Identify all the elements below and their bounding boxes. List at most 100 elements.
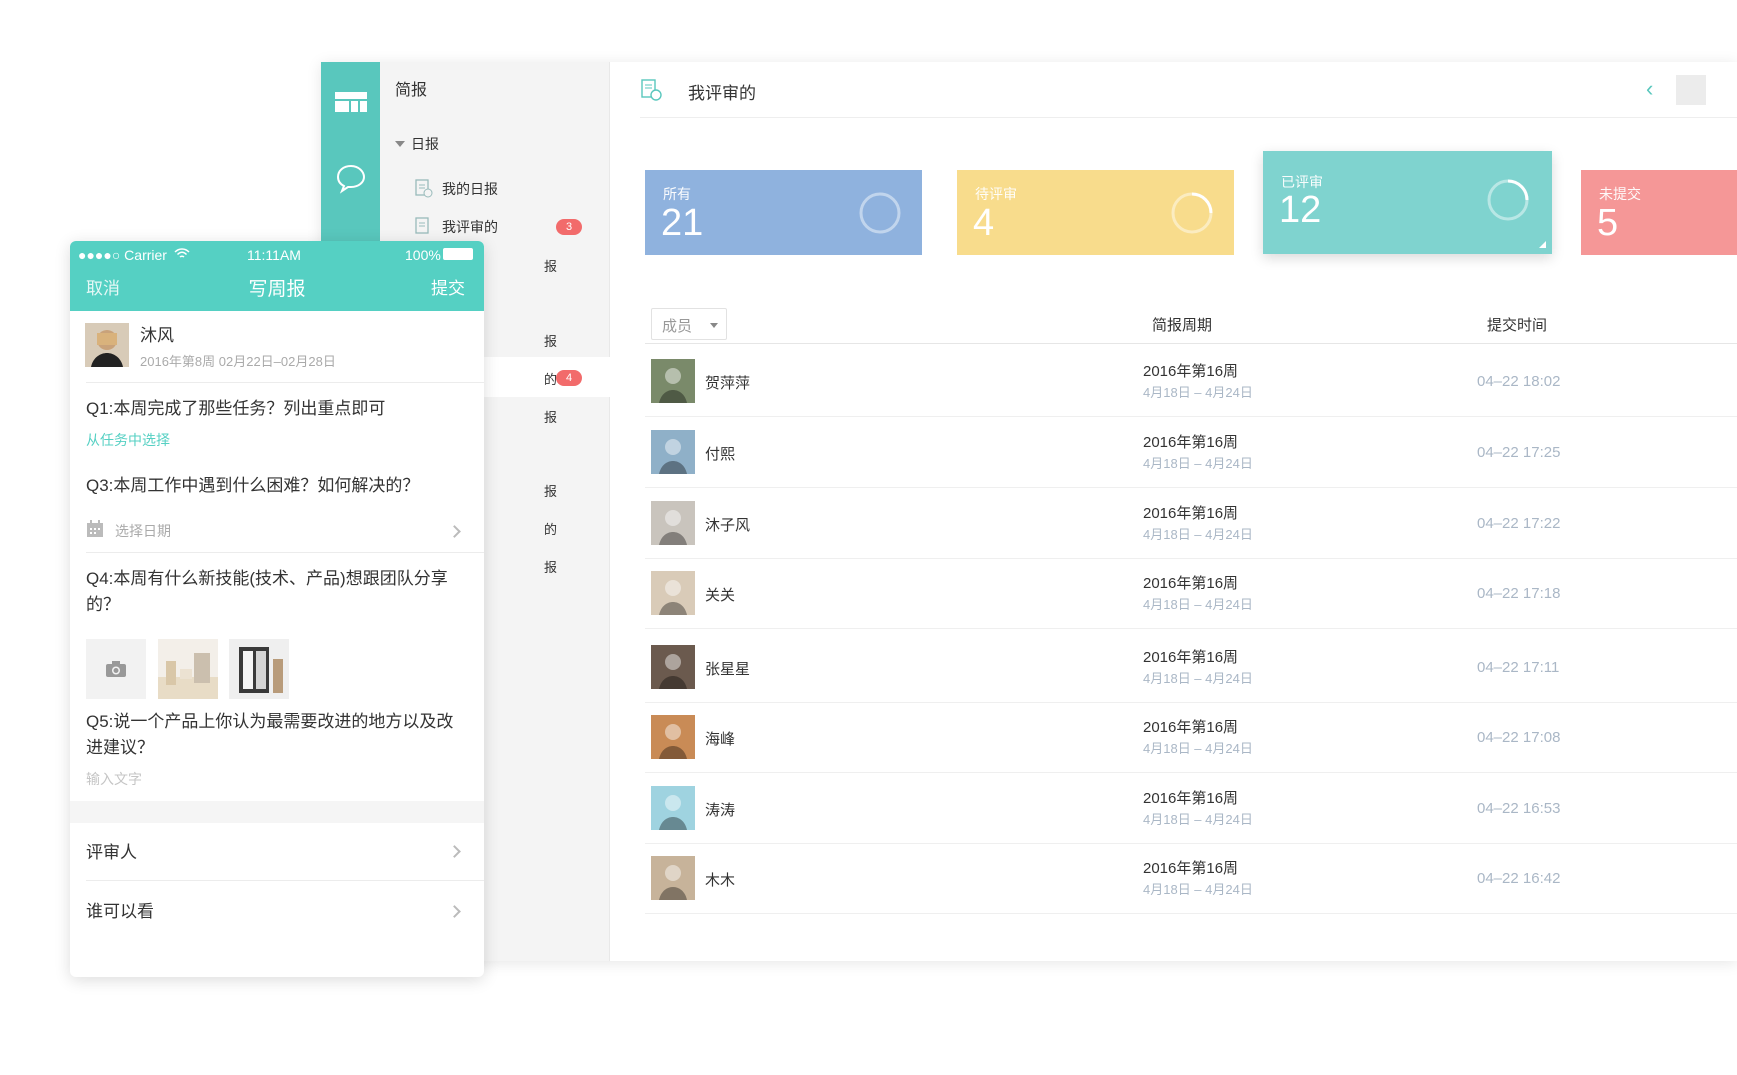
stat-label: 未提交 — [1599, 186, 1641, 202]
member-name: 贺萍萍 — [705, 375, 751, 392]
stat-card-pending[interactable]: 待评审 4 — [957, 170, 1234, 255]
report-week: 2016年第16周 — [1143, 719, 1239, 736]
report-week: 2016年第16周 — [1143, 363, 1239, 380]
report-range: 4月18日 – 4月24日 — [1143, 882, 1253, 897]
add-photo-button[interactable] — [86, 639, 146, 699]
date-picker[interactable]: 选择日期 — [86, 520, 466, 550]
stat-value: 5 — [1597, 202, 1619, 244]
avatar — [651, 430, 695, 474]
sidebar-group-daily[interactable]: 日报 — [395, 134, 439, 154]
progress-ring-icon — [1487, 179, 1529, 221]
progress-ring-icon — [1171, 192, 1213, 234]
member-name: 沐子风 — [705, 517, 751, 534]
chevron-right-icon — [448, 905, 461, 918]
date-placeholder: 选择日期 — [115, 523, 171, 539]
stat-label: 待评审 — [975, 186, 1017, 202]
sidebar-item-reviewed[interactable]: 我评审的 3 — [380, 206, 610, 246]
stat-card-unsubmitted[interactable]: 未提交 5 — [1581, 170, 1737, 255]
sidebar-item-label: 我的日报 — [442, 181, 498, 197]
report-week: 2016年第16周 — [1143, 575, 1239, 592]
submit-button[interactable]: 提交 — [431, 274, 465, 299]
report-week: 2016年第16周 — [1143, 434, 1239, 451]
member-name: 关关 — [705, 587, 736, 604]
column-header-submit-time[interactable]: 提交时间 — [1487, 314, 1547, 335]
divider — [86, 382, 484, 383]
stat-value: 4 — [973, 202, 995, 244]
stat-value: 12 — [1279, 189, 1322, 231]
member-name: 付熙 — [705, 446, 736, 463]
report-review-icon — [641, 79, 662, 101]
count-badge: 4 — [556, 370, 582, 386]
stat-card-reviewed[interactable]: 已评审 12 — [1263, 151, 1552, 254]
camera-icon — [106, 661, 126, 677]
table-row[interactable]: 张星星 2016年第16周 4月18日 – 4月24日 04–22 17:11 — [645, 632, 1737, 703]
battery-icon — [443, 248, 473, 260]
phone-mockup: ●●●●○ Carrier 11:11AM 100% 取消 写周报 提交 沐风 … — [70, 241, 484, 977]
report-range: 4月18日 – 4月24日 — [1143, 741, 1253, 756]
report-week: 2016年第16周 — [1143, 790, 1239, 807]
sidebar-item-label: 我评审的 — [442, 219, 498, 235]
submit-time: 04–22 17:18 — [1477, 585, 1561, 602]
header-divider — [645, 343, 1737, 344]
question-4: Q4:本周有什么新技能(技术、产品)想跟团队分享的？ — [86, 569, 448, 614]
photo-thumbnail[interactable] — [158, 639, 218, 699]
member-name: 海峰 — [705, 731, 736, 748]
visibility-row[interactable]: 谁可以看 — [70, 881, 484, 941]
user-name: 沐风 — [140, 326, 174, 345]
collapse-button[interactable] — [1676, 75, 1706, 105]
member-filter-dropdown[interactable]: 成员 — [651, 308, 727, 340]
avatar — [651, 359, 695, 403]
battery-status: 100% — [405, 247, 441, 263]
caret-down-icon — [710, 323, 718, 328]
report-range: 4月18日 – 4月24日 — [1143, 812, 1253, 827]
avatar — [651, 645, 695, 689]
chevron-left-icon[interactable]: ‹ — [1646, 76, 1653, 102]
select-from-tasks-link[interactable]: 从任务中选择 — [86, 430, 170, 450]
table-row[interactable]: 木木 2016年第16周 4月18日 – 4月24日 04–22 16:42 — [645, 843, 1737, 914]
text-input[interactable]: 输入文字 — [86, 769, 142, 789]
review-icon — [415, 217, 429, 234]
table-row[interactable]: 沐子风 2016年第16周 4月18日 – 4月24日 04–22 17:22 — [645, 488, 1737, 559]
column-header-period[interactable]: 简报周期 — [1152, 314, 1212, 335]
table-row[interactable]: 贺萍萍 2016年第16周 4月18日 – 4月24日 04–22 18:02 — [645, 346, 1737, 417]
report-range: 4月18日 – 4月24日 — [1143, 597, 1253, 612]
report-range: 4月18日 – 4月24日 — [1143, 456, 1253, 471]
submit-time: 04–22 18:02 — [1477, 373, 1561, 390]
avatar — [651, 715, 695, 759]
sidebar-title: 简报 — [395, 82, 428, 99]
avatar — [651, 501, 695, 545]
report-week: 2016年第16周 — [1143, 860, 1239, 877]
screen-title: 写周报 — [248, 279, 306, 300]
avatar — [651, 571, 695, 615]
photo-thumbnail[interactable] — [229, 639, 289, 699]
submit-time: 04–22 17:22 — [1477, 515, 1561, 532]
submit-time: 04–22 16:53 — [1477, 800, 1561, 817]
sidebar-item-my-daily[interactable]: 我的日报 — [380, 168, 610, 208]
caret-down-icon — [395, 141, 405, 147]
reviewer-row[interactable]: 评审人 — [70, 823, 484, 880]
table-row[interactable]: 关关 2016年第16周 4月18日 – 4月24日 04–22 17:18 — [645, 558, 1737, 629]
avatar — [651, 786, 695, 830]
table-row[interactable]: 海峰 2016年第16周 4月18日 – 4月24日 04–22 17:08 — [645, 702, 1737, 773]
calendar-icon — [87, 520, 103, 537]
report-icon — [415, 179, 433, 198]
section-spacer — [70, 801, 484, 823]
question-1: Q1:本周完成了那些任务？列出重点即可 — [86, 399, 386, 418]
stat-card-all[interactable]: 所有 21 — [645, 170, 922, 255]
submit-time: 04–22 17:25 — [1477, 444, 1561, 461]
clock-status: 11:11AM — [247, 247, 301, 263]
question-5: Q5:说一个产品上你认为最需要改进的地方以及改进建议？ — [86, 712, 454, 757]
table-row[interactable]: 涛涛 2016年第16周 4月18日 – 4月24日 04–22 16:53 — [645, 773, 1737, 844]
reviewer-label: 评审人 — [86, 843, 137, 862]
report-range: 4月18日 – 4月24日 — [1143, 527, 1253, 542]
table-row[interactable]: 付熙 2016年第16周 4月18日 – 4月24日 04–22 17:25 — [645, 417, 1737, 488]
chat-icon[interactable] — [333, 160, 369, 196]
submit-time: 04–22 17:08 — [1477, 729, 1561, 746]
progress-ring-icon — [859, 192, 901, 234]
dashboard-icon[interactable] — [333, 84, 369, 120]
phone-header: ●●●●○ Carrier 11:11AM 100% 取消 写周报 提交 — [70, 241, 484, 311]
divider — [86, 552, 484, 553]
question-3: Q3:本周工作中遇到什么困难？如何解决的？ — [86, 476, 420, 495]
report-range: 4月18日 – 4月24日 — [1143, 671, 1253, 686]
visibility-label: 谁可以看 — [86, 902, 154, 921]
